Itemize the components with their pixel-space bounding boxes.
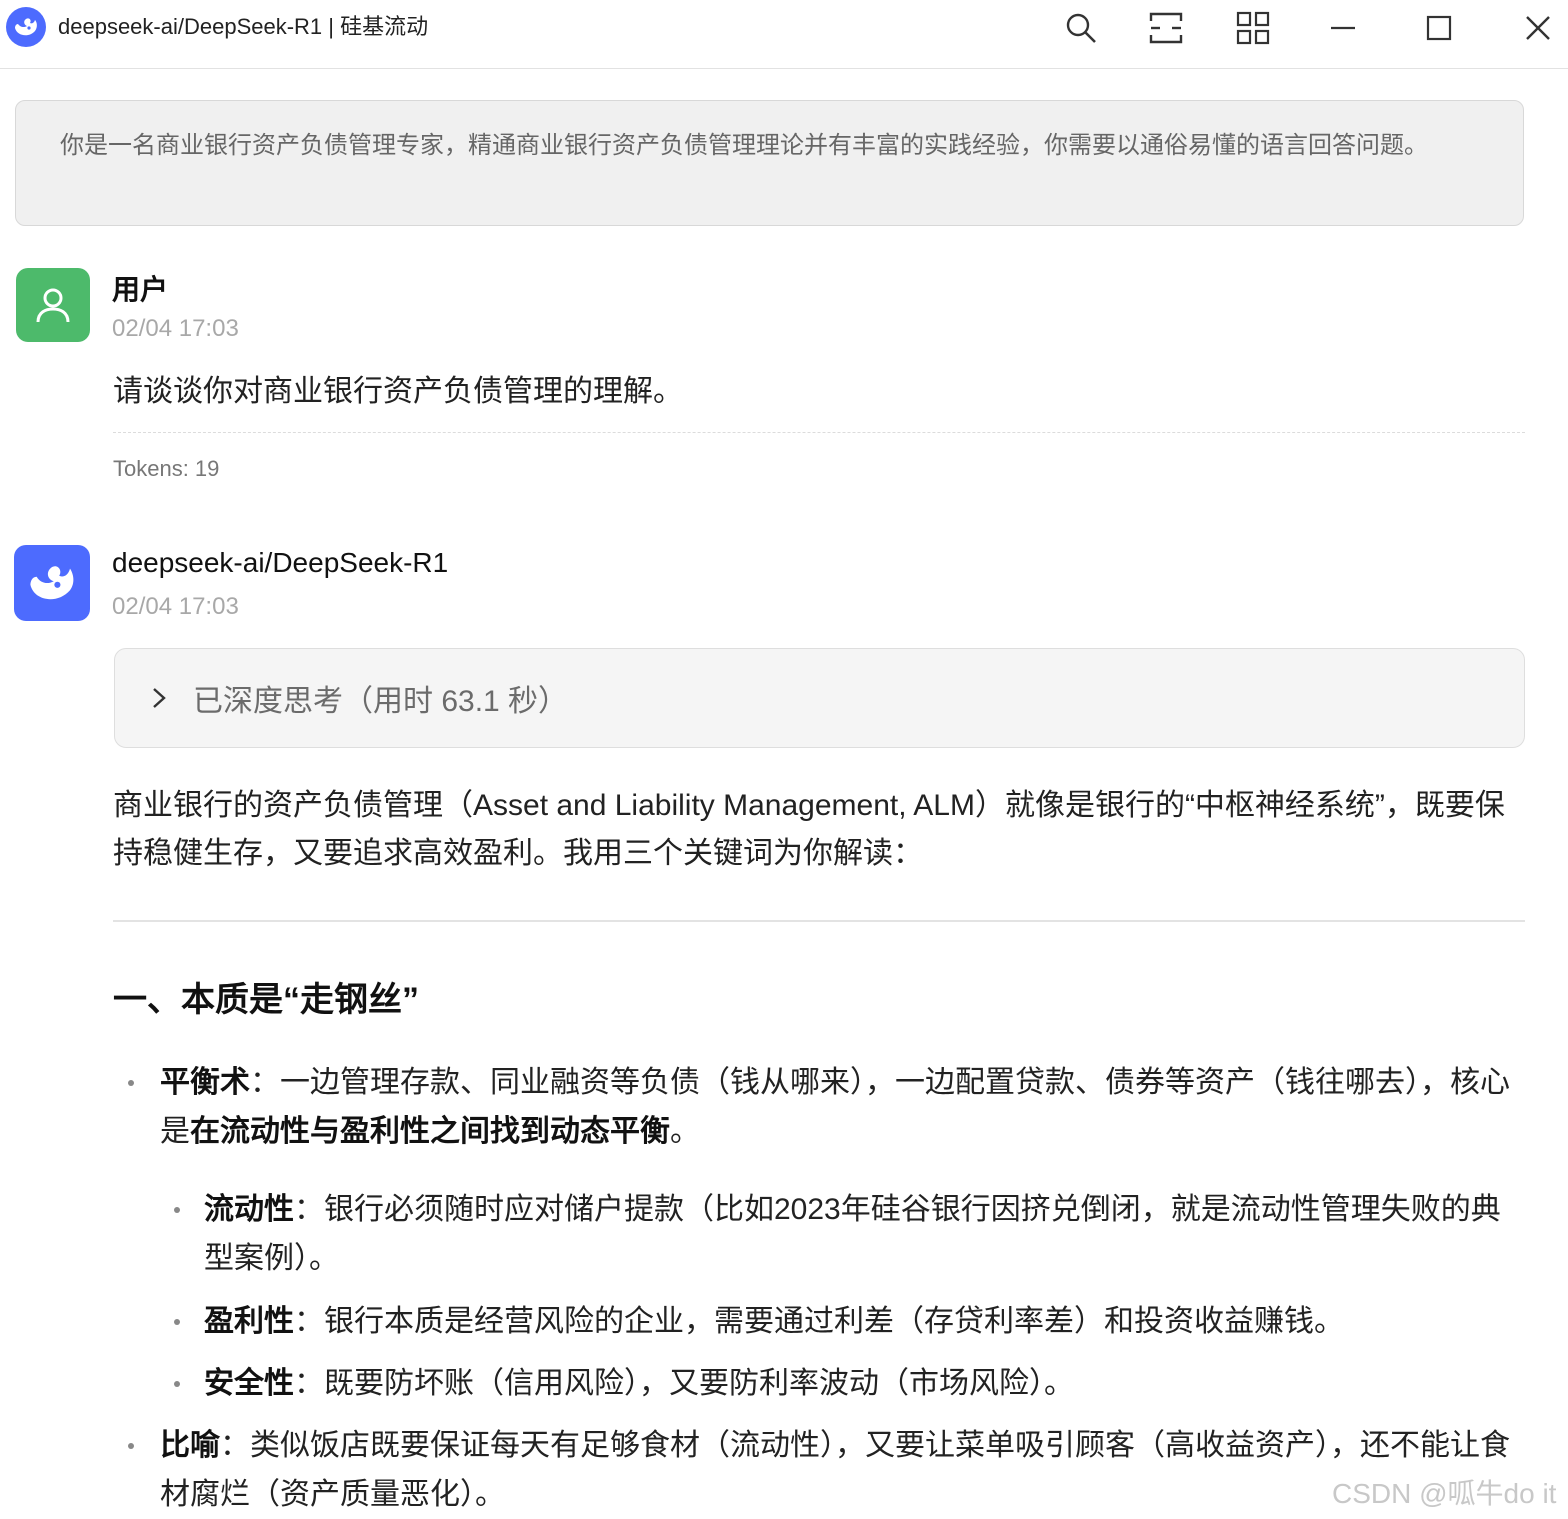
bullet-text: ：类似饭店既要保证每天有足够食材（流动性），又要让菜单吸引顾客（高收益资产），还… [160,1429,1510,1511]
user-message-time: 02/04 17:03 [112,315,239,342]
bullet-dot [128,1080,134,1086]
minimize-icon[interactable] [1319,4,1367,52]
user-avatar-icon [16,268,90,342]
system-prompt: 你是一名商业银行资产负债管理专家，精通商业银行资产负债管理理论并有丰富的实践经验… [15,100,1524,226]
bullet-dot [128,1443,134,1449]
bullet-end: 。 [670,1115,700,1148]
bullet-dot [174,1319,180,1325]
assistant-message-time: 02/04 17:03 [112,593,239,620]
bullet-term: 平衡术 [160,1066,250,1099]
grid-icon[interactable] [1229,4,1277,52]
bullet-text: ：银行必须随时应对储户提款（比如2023年硅谷银行因挤兑倒闭，就是流动性管理失败… [204,1193,1501,1275]
layout-icon[interactable] [1142,4,1190,52]
bullet-term: 安全性 [204,1367,294,1400]
bullet-term: 比喻 [160,1429,220,1462]
bullet-text: ：既要防坏账（信用风险），又要防利率波动（市场风险）。 [294,1367,1074,1400]
list-item-metaphor: 比喻：类似饭店既要保证每天有足够食材（流动性），又要让菜单吸引顾客（高收益资产）… [128,1421,1530,1519]
thinking-toggle[interactable]: 已深度思考（用时 63.1 秒） [114,648,1525,748]
bullet-emphasis: 在流动性与盈利性之间找到动态平衡 [190,1115,670,1148]
list-item-profitability: 盈利性：银行本质是经营风险的企业，需要通过利差（存贷利率差）和投资收益赚钱。 [174,1297,1514,1346]
bullet-dot [174,1207,180,1213]
close-icon[interactable] [1514,4,1562,52]
deepseek-logo-icon [6,7,46,47]
token-count: Tokens: 19 [113,456,220,481]
title-bar: deepseek-ai/DeepSeek-R1 | 硅基流动 [0,0,1568,69]
message-divider [113,432,1525,433]
list-item-balance: 平衡术：一边管理存款、同业融资等负债（钱从哪来），一边配置贷款、债券等资产（钱往… [128,1058,1530,1156]
thinking-label: 已深度思考（用时 63.1 秒） [193,685,569,718]
chevron-right-icon [151,686,167,710]
bullet-text: ：银行本质是经营风险的企业，需要通过利差（存贷利率差）和投资收益赚钱。 [294,1305,1344,1338]
horizontal-rule [113,920,1525,922]
answer-intro: 商业银行的资产负债管理（Asset and Liability Manageme… [113,789,1505,870]
user-name: 用户 [112,274,169,305]
deepseek-avatar-icon [14,545,90,621]
bullet-dot [174,1381,180,1387]
list-item-liquidity: 流动性：银行必须随时应对储户提款（比如2023年硅谷银行因挤兑倒闭，就是流动性管… [174,1185,1514,1283]
window-title: deepseek-ai/DeepSeek-R1 | 硅基流动 [58,14,429,39]
assistant-name: deepseek-ai/DeepSeek-R1 [112,547,449,578]
bullet-term: 流动性 [204,1193,294,1226]
user-message-text: 请谈谈你对商业银行资产负债管理的理解。 [113,375,683,408]
list-item-safety: 安全性：既要防坏账（信用风险），又要防利率波动（市场风险）。 [174,1359,1514,1408]
maximize-icon[interactable] [1415,4,1463,52]
search-icon[interactable] [1057,4,1105,52]
bullet-term: 盈利性 [204,1305,294,1338]
section-heading: 一、本质是“走钢丝” [113,981,419,1019]
watermark: CSDN @呱牛do it [1332,1478,1557,1509]
